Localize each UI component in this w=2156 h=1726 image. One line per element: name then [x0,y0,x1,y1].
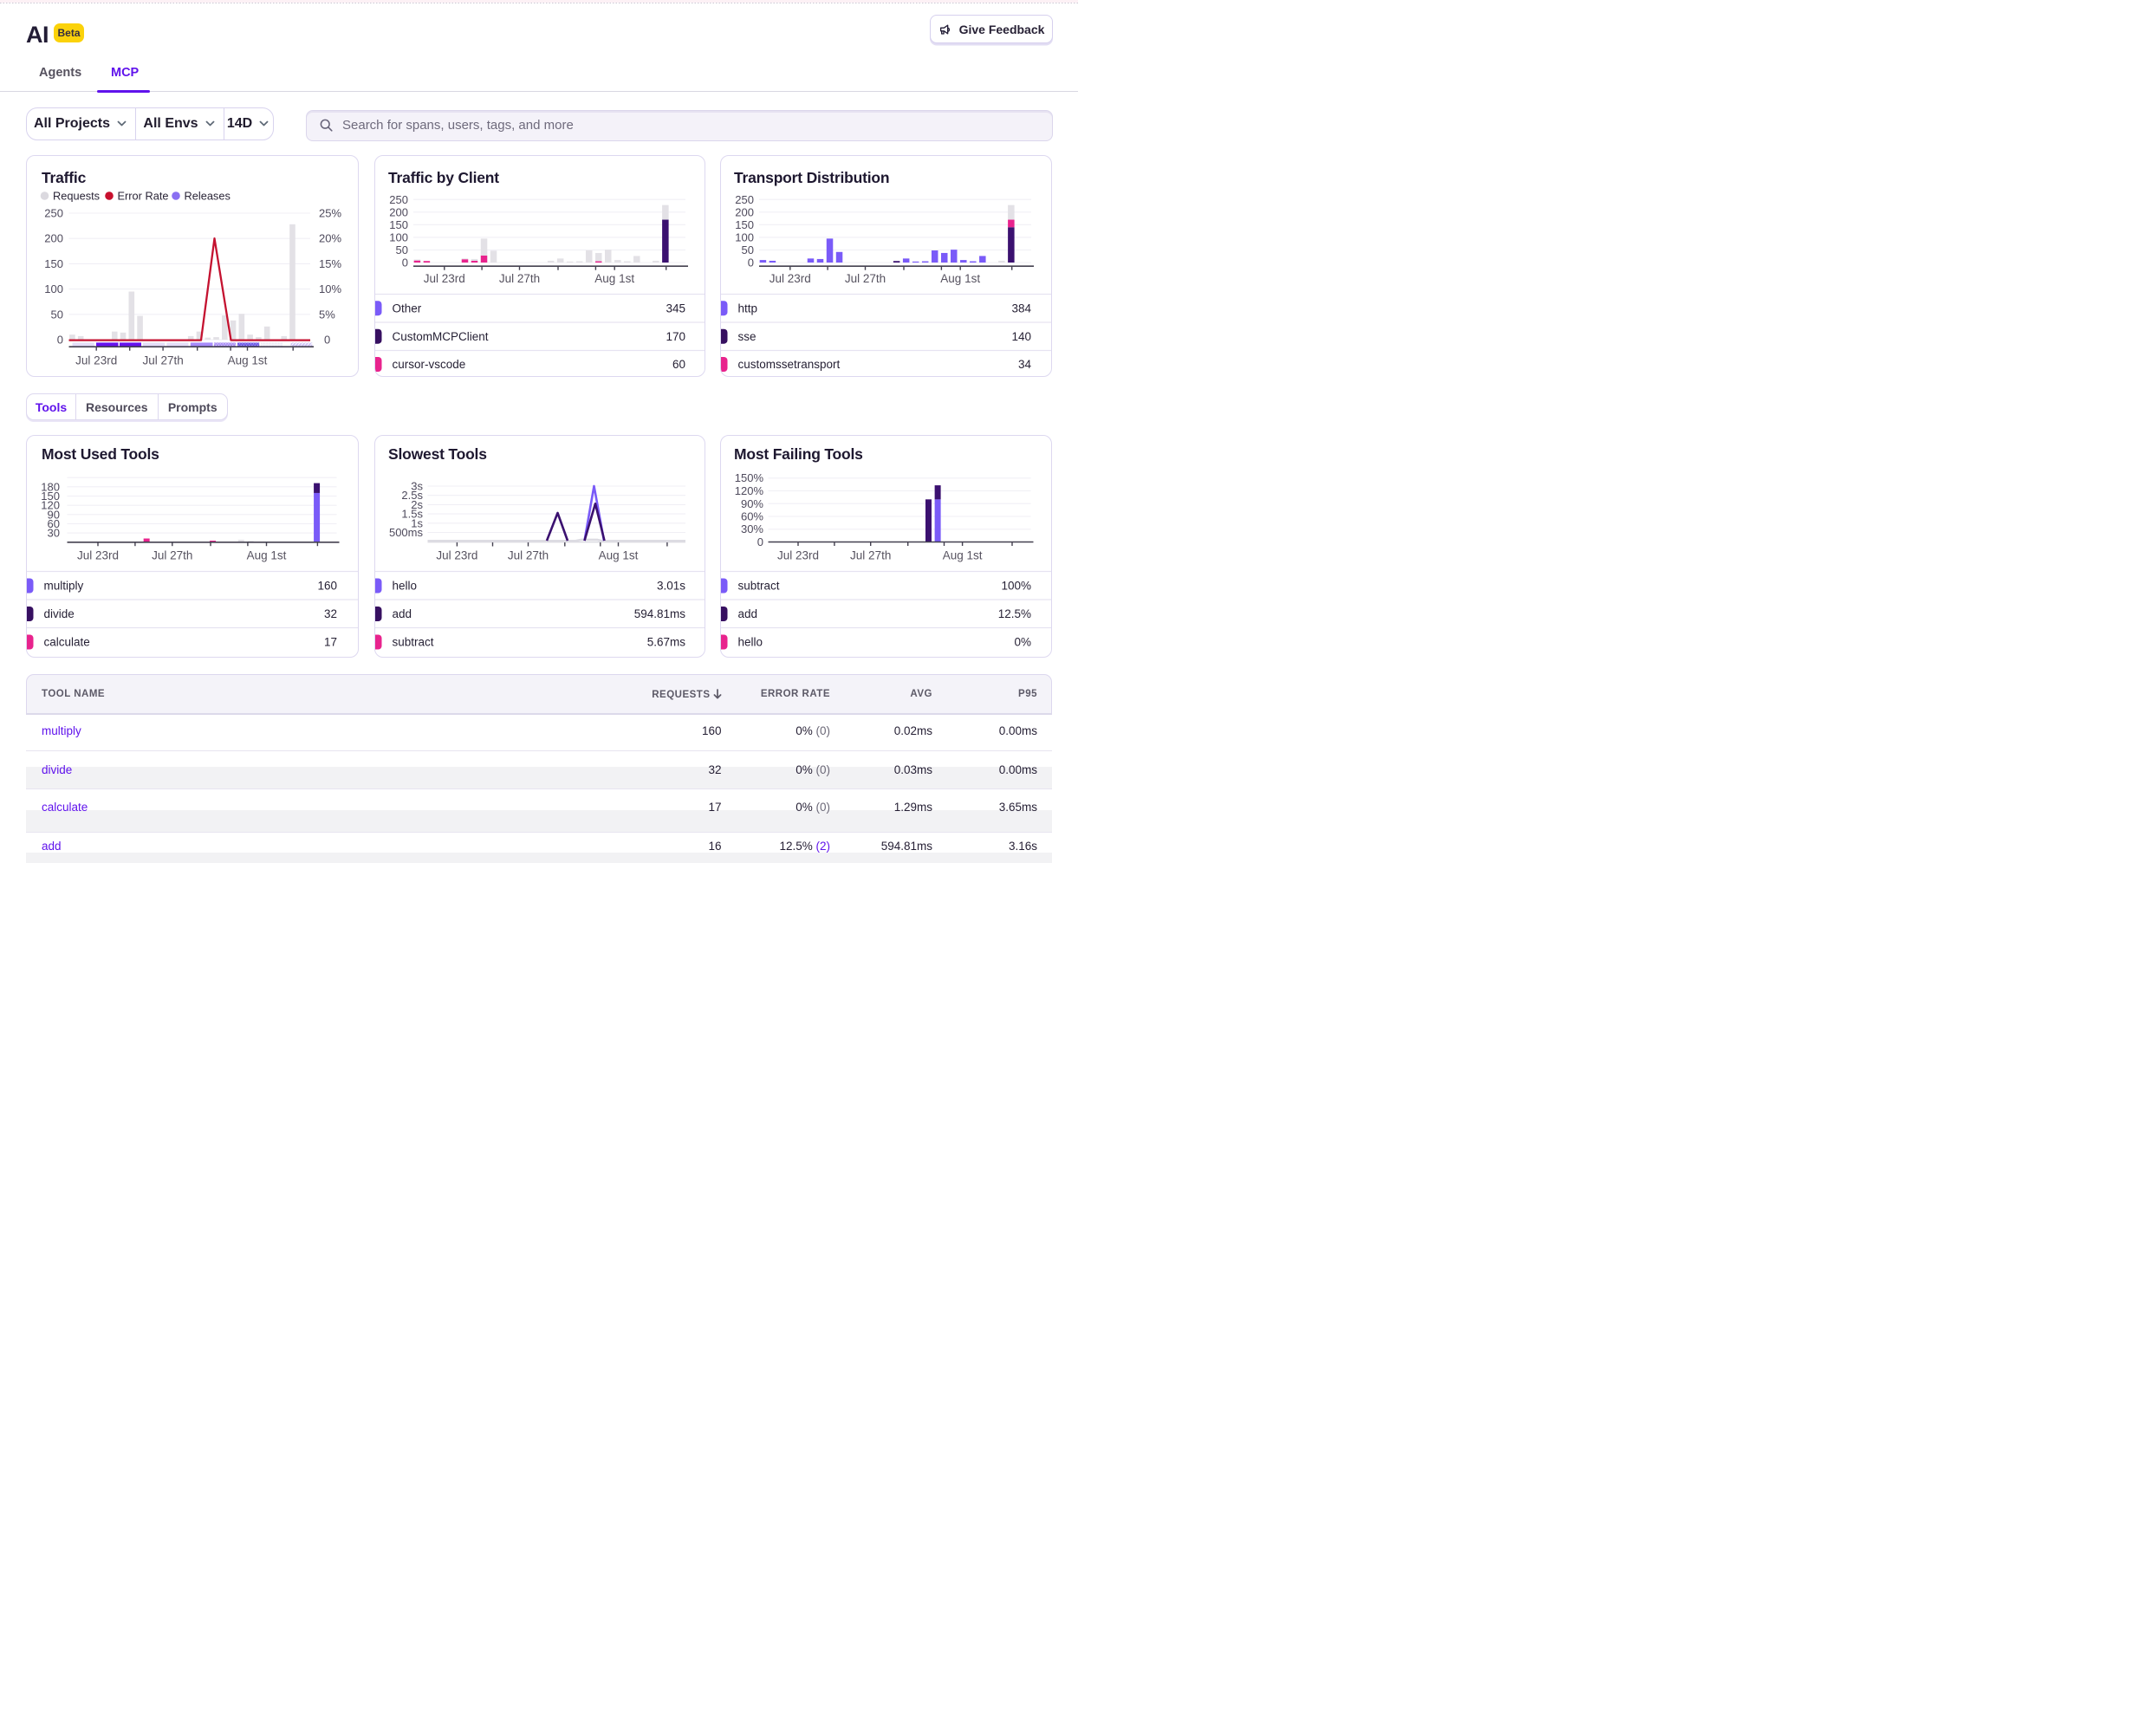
svg-text:Jul 23rd: Jul 23rd [770,272,811,285]
svg-text:divide: divide [44,607,75,620]
svg-text:Jul 23rd: Jul 23rd [436,549,477,562]
svg-text:Error Rate: Error Rate [118,189,169,202]
svg-text:hello: hello [738,636,763,649]
svg-text:5%: 5% [319,308,335,321]
svg-text:345: 345 [666,302,685,315]
svg-text:Jul 23rd: Jul 23rd [77,549,119,562]
svg-text:Aug 1st: Aug 1st [228,354,268,367]
svg-text:250: 250 [735,192,754,205]
svg-text:60%: 60% [741,510,763,523]
svg-text:5.67ms: 5.67ms [647,636,686,649]
svg-text:50: 50 [742,243,754,256]
svg-text:Releases: Releases [185,189,231,202]
svg-text:Jul 23rd: Jul 23rd [777,549,819,562]
svg-text:add: add [393,607,412,620]
svg-text:594.81ms: 594.81ms [634,607,686,620]
svg-text:Aug 1st: Aug 1st [599,549,639,562]
svg-text:150: 150 [44,256,63,269]
svg-text:60: 60 [672,358,685,371]
svg-text:200: 200 [735,205,754,218]
svg-text:http: http [738,302,758,315]
svg-text:0: 0 [748,256,754,269]
svg-text:30%: 30% [741,522,763,535]
svg-text:250: 250 [44,206,63,219]
svg-text:10%: 10% [319,282,341,295]
svg-text:multiply: multiply [44,580,84,593]
svg-text:100: 100 [735,230,754,243]
svg-text:Jul 27th: Jul 27th [499,272,540,285]
svg-text:Traffic: Traffic [42,169,87,186]
svg-text:12.5%: 12.5% [998,607,1031,620]
svg-text:hello: hello [393,580,418,593]
svg-text:Most Used Tools: Most Used Tools [42,445,159,463]
svg-text:Jul 23rd: Jul 23rd [75,354,117,367]
svg-text:30: 30 [48,527,60,540]
svg-text:Most Failing Tools: Most Failing Tools [734,445,863,463]
svg-text:200: 200 [44,231,63,244]
svg-text:0: 0 [402,256,408,269]
svg-text:Jul 27th: Jul 27th [152,549,192,562]
svg-text:calculate: calculate [44,636,90,649]
svg-text:Transport Distribution: Transport Distribution [734,169,889,186]
svg-text:cursor-vscode: cursor-vscode [393,358,466,371]
svg-text:150: 150 [389,217,408,230]
svg-text:Aug 1st: Aug 1st [247,549,287,562]
svg-text:0%: 0% [1014,636,1031,649]
svg-text:Slowest Tools: Slowest Tools [388,445,487,463]
svg-text:17: 17 [324,636,337,649]
svg-text:90%: 90% [741,497,763,510]
svg-text:subtract: subtract [738,580,780,593]
svg-text:140: 140 [1011,329,1031,342]
svg-text:CustomMCPClient: CustomMCPClient [393,329,489,342]
svg-text:Aug 1st: Aug 1st [940,272,980,285]
svg-text:0: 0 [57,333,63,346]
svg-text:32: 32 [324,607,337,620]
svg-text:120%: 120% [735,484,764,497]
svg-text:100: 100 [44,282,63,295]
svg-text:15%: 15% [319,256,341,269]
svg-text:add: add [738,607,758,620]
svg-text:0: 0 [757,535,763,548]
svg-text:384: 384 [1011,302,1031,315]
svg-text:250: 250 [389,192,408,205]
svg-text:170: 170 [666,329,685,342]
svg-text:0: 0 [324,333,330,346]
svg-text:Aug 1st: Aug 1st [594,272,634,285]
svg-text:50: 50 [396,243,408,256]
svg-text:subtract: subtract [393,636,434,649]
svg-text:100%: 100% [1001,580,1031,593]
svg-text:sse: sse [738,329,757,342]
svg-text:100: 100 [389,230,408,243]
svg-text:150%: 150% [735,471,764,484]
svg-text:20%: 20% [319,231,341,244]
svg-text:160: 160 [317,580,337,593]
svg-text:customssetransport: customssetransport [738,358,841,371]
svg-text:3.01s: 3.01s [657,580,685,593]
svg-text:150: 150 [735,217,754,230]
svg-text:500ms: 500ms [389,526,424,539]
svg-text:200: 200 [389,205,408,218]
svg-text:34: 34 [1018,358,1032,371]
svg-text:Jul 27th: Jul 27th [508,549,549,562]
svg-text:25%: 25% [319,206,341,219]
svg-text:Jul 27th: Jul 27th [142,354,183,367]
svg-text:Other: Other [393,302,422,315]
svg-text:Requests: Requests [53,189,100,202]
svg-text:50: 50 [51,308,63,321]
svg-text:Jul 23rd: Jul 23rd [424,272,465,285]
svg-text:Traffic by Client: Traffic by Client [388,169,499,186]
svg-text:Jul 27th: Jul 27th [845,272,886,285]
svg-text:Aug 1st: Aug 1st [943,549,983,562]
svg-text:Jul 27th: Jul 27th [850,549,891,562]
